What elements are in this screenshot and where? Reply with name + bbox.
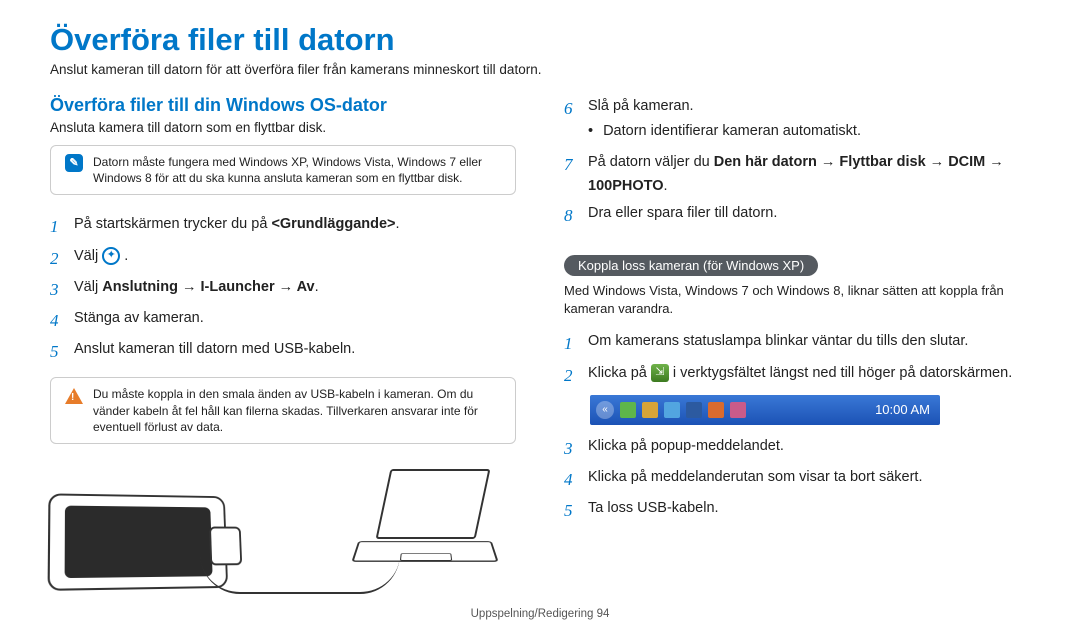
list-item: 4 Stänga av kameran. bbox=[50, 307, 516, 334]
step-number: 3 bbox=[50, 276, 64, 303]
right-steps-b-cont: 3 Klicka på popup-meddelandet. 4 Klicka … bbox=[564, 435, 1030, 525]
warning-note-text: Du måste koppla in den smala änden av US… bbox=[93, 386, 501, 435]
taskbar-expand-icon: « bbox=[596, 401, 614, 419]
taskbar-tray-icons bbox=[620, 402, 746, 418]
step-number: 8 bbox=[564, 202, 578, 229]
warning-note-box: Du måste koppla in den smala änden av US… bbox=[50, 377, 516, 444]
list-item: 6 Slå på kameran. Datorn identifierar ka… bbox=[564, 95, 1030, 147]
step-text: Slå på kameran. Datorn identifierar kame… bbox=[588, 95, 1030, 147]
windows-taskbar-illustration: « 10:00 AM bbox=[590, 395, 940, 425]
step-text: Dra eller spara filer till datorn. bbox=[588, 202, 1030, 225]
page-subtitle: Anslut kameran till datorn för att överf… bbox=[50, 62, 1030, 77]
list-item: 3 Klicka på popup-meddelandet. bbox=[564, 435, 1030, 462]
list-item: 3 Välj Anslutning → I-Launcher → Av. bbox=[50, 276, 516, 303]
step-text: Stänga av kameran. bbox=[74, 307, 516, 330]
list-item: 5 Anslut kameran till datorn med USB-kab… bbox=[50, 338, 516, 365]
warning-icon bbox=[65, 388, 83, 404]
step-number: 4 bbox=[564, 466, 578, 493]
step-number: 6 bbox=[564, 95, 578, 122]
tray-icon bbox=[642, 402, 658, 418]
step-text: Klicka på ⇲ i verktygsfältet längst ned … bbox=[588, 362, 1030, 385]
info-note-icon: ✎ bbox=[65, 154, 83, 172]
sub-bullet: Datorn identifierar kameran automatiskt. bbox=[588, 120, 1030, 143]
intro-line: Ansluta kamera till datorn som en flyttb… bbox=[50, 120, 516, 135]
tray-icon bbox=[730, 402, 746, 418]
list-item: 1 Om kamerans statuslampa blinkar väntar… bbox=[564, 330, 1030, 357]
step-number: 3 bbox=[564, 435, 578, 462]
step-number: 2 bbox=[50, 245, 64, 272]
right-steps-a: 6 Slå på kameran. Datorn identifierar ka… bbox=[564, 95, 1030, 229]
taskbar-clock: 10:00 AM bbox=[875, 402, 934, 417]
list-item: 8 Dra eller spara filer till datorn. bbox=[564, 202, 1030, 229]
step-number: 4 bbox=[50, 307, 64, 334]
step-number: 1 bbox=[564, 330, 578, 357]
info-note-text: Datorn måste fungera med Windows XP, Win… bbox=[93, 154, 501, 186]
page-footer: Uppspelning/Redigering 94 bbox=[0, 608, 1080, 620]
step-number: 5 bbox=[564, 497, 578, 524]
disconnect-heading-badge: Koppla loss kameran (för Windows XP) bbox=[564, 255, 818, 276]
sub-bullet-item: Datorn identifierar kameran automatiskt. bbox=[588, 120, 1030, 143]
step-number: 5 bbox=[50, 338, 64, 365]
camera-icon bbox=[48, 493, 229, 591]
step-text: Klicka på meddelanderutan som visar ta b… bbox=[588, 466, 1030, 489]
list-item: 1 På startskärmen trycker du på <Grundlä… bbox=[50, 213, 516, 240]
info-note-box: ✎ Datorn måste fungera med Windows XP, W… bbox=[50, 145, 516, 195]
page-title: Överföra filer till datorn bbox=[50, 22, 1030, 58]
right-steps-b: 1 Om kamerans statuslampa blinkar väntar… bbox=[564, 330, 1030, 388]
step-text: Om kamerans statuslampa blinkar väntar d… bbox=[588, 330, 1030, 353]
list-item: 2 Klicka på ⇲ i verktygsfältet längst ne… bbox=[564, 362, 1030, 389]
disconnect-intro: Med Windows Vista, Windows 7 och Windows… bbox=[564, 282, 1030, 318]
step-number: 2 bbox=[564, 362, 578, 389]
step-text: Anslut kameran till datorn med USB-kabel… bbox=[74, 338, 516, 361]
list-item: 5 Ta loss USB-kabeln. bbox=[564, 497, 1030, 524]
step-text: Klicka på popup-meddelandet. bbox=[588, 435, 1030, 458]
laptop-icon bbox=[355, 469, 500, 589]
safely-remove-icon: ⇲ bbox=[651, 364, 669, 382]
camera-laptop-illustration bbox=[50, 464, 510, 594]
step-text: På startskärmen trycker du på <Grundlägg… bbox=[74, 213, 516, 236]
left-column: Överföra filer till din Windows OS-dator… bbox=[50, 95, 516, 594]
section-heading-windows: Överföra filer till din Windows OS-dator bbox=[50, 95, 516, 116]
list-item: 2 Välj . bbox=[50, 245, 516, 272]
list-item: 7 På datorn väljer du Den här datorn → F… bbox=[564, 151, 1030, 197]
right-column: 6 Slå på kameran. Datorn identifierar ka… bbox=[564, 95, 1030, 594]
step-text: På datorn väljer du Den här datorn → Fly… bbox=[588, 151, 1030, 197]
tray-icon bbox=[664, 402, 680, 418]
left-steps-list: 1 På startskärmen trycker du på <Grundlä… bbox=[50, 213, 516, 365]
tray-icon bbox=[708, 402, 724, 418]
step-text: Välj Anslutning → I-Launcher → Av. bbox=[74, 276, 516, 299]
tray-icon bbox=[620, 402, 636, 418]
step-text: Välj . bbox=[74, 245, 516, 268]
tray-icon bbox=[686, 402, 702, 418]
list-item: 4 Klicka på meddelanderutan som visar ta… bbox=[564, 466, 1030, 493]
step-text: Ta loss USB-kabeln. bbox=[588, 497, 1030, 520]
step-number: 1 bbox=[50, 213, 64, 240]
settings-icon bbox=[102, 247, 120, 265]
step-number: 7 bbox=[564, 151, 578, 178]
